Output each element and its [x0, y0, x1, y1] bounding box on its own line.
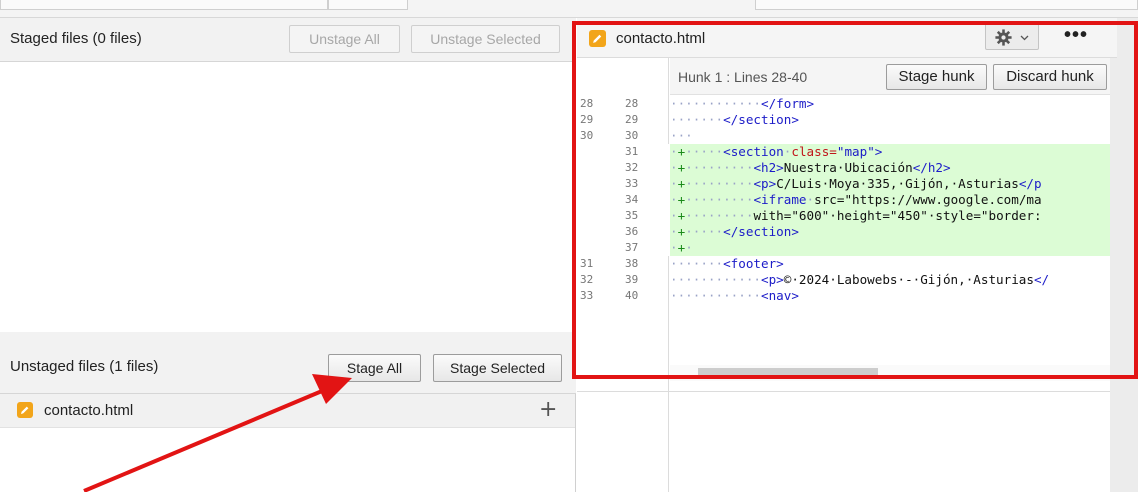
- annotation-arrow: [83, 374, 352, 492]
